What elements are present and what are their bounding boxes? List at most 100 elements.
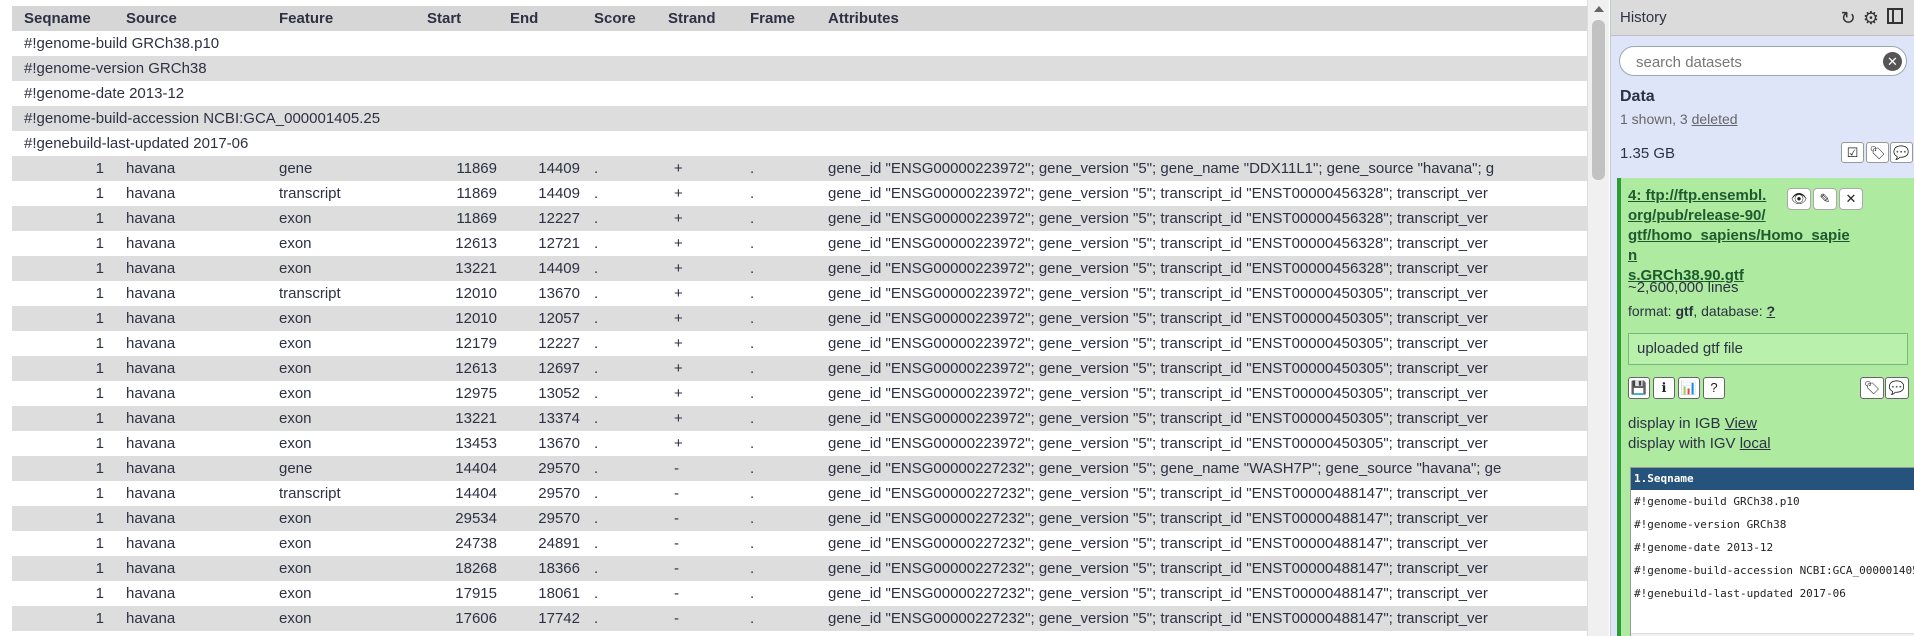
history-tags-button[interactable]: 🏷	[1866, 142, 1889, 163]
table-row: 1 havana exon 13453 13670. +. gene_id "ENSG000…	[12, 431, 1587, 456]
help-question-icon[interactable]: ?	[1703, 377, 1725, 399]
database-label: , database:	[1693, 303, 1767, 319]
history-annotation-button[interactable]: 💬	[1890, 142, 1913, 163]
peek-rows: #!genome-build GRCh38.p10 #!genome-versio…	[1631, 490, 1914, 605]
cell-source: havana	[126, 410, 176, 427]
cell-source: havana	[126, 560, 176, 577]
cell-source: havana	[126, 335, 176, 352]
cell-feature: transcript	[279, 285, 341, 302]
cell-frame: .	[750, 335, 755, 352]
table-row: 1 havana exon 17915 18061. -. gene_id "ENSG000…	[12, 581, 1587, 606]
cell-feature: exon	[279, 310, 312, 327]
column-header-frame[interactable]: Frame	[750, 6, 820, 31]
cell-seqname: 1	[95, 260, 104, 277]
cell-start: 12010	[455, 285, 497, 302]
cell-feature: exon	[279, 435, 312, 452]
cell-score: .	[594, 310, 599, 327]
dataset-annotation-icon[interactable]: 💬	[1885, 377, 1909, 399]
refresh-icon[interactable]: ↻	[1838, 8, 1858, 28]
cell-end: 12227	[538, 335, 580, 352]
deleted-link[interactable]: deleted	[1692, 111, 1738, 127]
table-row: 1 havana exon 17606 17742. -. gene_id "ENSG000…	[12, 606, 1587, 631]
peek-row: #!genome-build-accession NCBI:GCA_000001…	[1634, 564, 1914, 577]
column-header-feature[interactable]: Feature	[279, 6, 429, 31]
columns-icon[interactable]	[1885, 8, 1905, 28]
comment-text: #!genome-build GRCh38.p10	[24, 35, 220, 52]
igv-local-link[interactable]: local	[1740, 435, 1771, 452]
cell-source: havana	[126, 310, 176, 327]
visualize-chart-icon[interactable]: 📊	[1678, 377, 1700, 399]
cell-seqname: 1	[95, 535, 104, 552]
cell-frame: .	[750, 435, 755, 452]
cell-seqname: 1	[95, 460, 104, 477]
column-header-source[interactable]: Source	[126, 6, 276, 31]
cell-frame: .	[750, 460, 755, 477]
cell-start: 11869	[456, 160, 497, 177]
cell-start: 14404	[455, 485, 497, 502]
cell-end: 14409	[538, 260, 580, 277]
cell-strand: +	[674, 410, 683, 427]
dataset-lines: ~2,600,000 lines	[1628, 279, 1739, 296]
vertical-scrollbar[interactable]	[1587, 0, 1609, 636]
cell-source: havana	[126, 185, 176, 202]
cell-source: havana	[126, 610, 176, 627]
cell-start: 12613	[455, 360, 497, 377]
download-icon[interactable]: 💾	[1628, 377, 1650, 399]
column-header-score[interactable]: Score	[594, 6, 664, 31]
cell-frame: .	[750, 535, 755, 552]
database-value[interactable]: ?	[1767, 303, 1776, 319]
gear-icon[interactable]: ⚙	[1861, 8, 1881, 28]
delete-close-icon[interactable]: ✕	[1839, 188, 1863, 210]
cell-end: 12721	[538, 235, 580, 252]
cell-end: 12227	[538, 210, 580, 227]
cell-source: havana	[126, 285, 176, 302]
cell-frame: .	[750, 385, 755, 402]
search-input[interactable]	[1636, 51, 1866, 73]
edit-pencil-icon[interactable]: ✎	[1813, 188, 1837, 210]
column-header-strand[interactable]: Strand	[668, 6, 738, 31]
cell-attributes: gene_id "ENSG00000223972"; gene_version …	[828, 360, 1488, 377]
cell-frame: .	[750, 210, 755, 227]
cell-end: 13670	[538, 285, 580, 302]
history-size: 1.35 GB	[1620, 145, 1676, 162]
cell-start: 24738	[455, 535, 497, 552]
galaxy-app: Seqname Source Feature Start End Score Strand F…	[0, 0, 1914, 636]
cell-end: 12057	[538, 310, 580, 327]
column-header-start[interactable]: Start	[427, 6, 507, 31]
info-icon[interactable]: ℹ	[1653, 377, 1675, 399]
cell-frame: .	[750, 285, 755, 302]
cell-frame: .	[750, 160, 755, 177]
cell-strand: +	[674, 260, 683, 277]
select-items-button[interactable]: ☑	[1841, 142, 1864, 163]
column-header-seqname[interactable]: Seqname	[24, 6, 124, 31]
cell-end: 13670	[538, 435, 580, 452]
cell-end: 13374	[538, 410, 580, 427]
table-row: 1 havana exon 12975 13052. +. gene_id "ENSG000…	[12, 381, 1587, 406]
clear-search-icon[interactable]: ✕	[1883, 52, 1902, 71]
cell-attributes: gene_id "ENSG00000223972"; gene_version …	[828, 410, 1488, 427]
igb-view-link[interactable]: View	[1725, 415, 1757, 432]
cell-attributes: gene_id "ENSG00000223972"; gene_version …	[828, 285, 1488, 302]
cell-seqname: 1	[95, 385, 104, 402]
table-row: 1 havana transcript 14404 29570. -. gene_id "E…	[12, 481, 1587, 506]
scrollbar-thumb[interactable]	[1592, 20, 1605, 180]
table-row: 1 havana gene 14404 29570. -. gene_id "ENSG000…	[12, 456, 1587, 481]
column-header-attributes[interactable]: Attributes	[828, 6, 1588, 31]
cell-frame: .	[750, 235, 755, 252]
scroll-up-arrow-icon[interactable]	[1594, 6, 1604, 12]
table-row: 1 havana exon 18268 18366. -. gene_id "ENSG000…	[12, 556, 1587, 581]
column-header-end[interactable]: End	[510, 6, 590, 31]
history-title: History	[1620, 9, 1667, 26]
search-datasets: ✕	[1619, 46, 1907, 76]
cell-score: .	[594, 560, 599, 577]
cell-feature: exon	[279, 410, 312, 427]
history-name[interactable]: Data	[1620, 88, 1655, 106]
table-row: 1 havana gene 11869 14409. +. gene_id "ENSG000…	[12, 156, 1587, 181]
history-panel: History ↻ ⚙ ✕ Data 1 shown, 3 deleted 1.…	[1610, 0, 1914, 636]
dataset-title-line[interactable]: gtf/homo_sapiens/Homo_sapien	[1628, 226, 1858, 266]
view-eye-icon[interactable]: 👁	[1787, 188, 1811, 210]
shown-count: 1 shown, 3	[1620, 111, 1692, 127]
comment-row: #!genome-build GRCh38.p10	[12, 31, 1587, 56]
dataset-tags-icon[interactable]: 🏷	[1860, 377, 1884, 399]
cell-frame: .	[750, 610, 755, 627]
